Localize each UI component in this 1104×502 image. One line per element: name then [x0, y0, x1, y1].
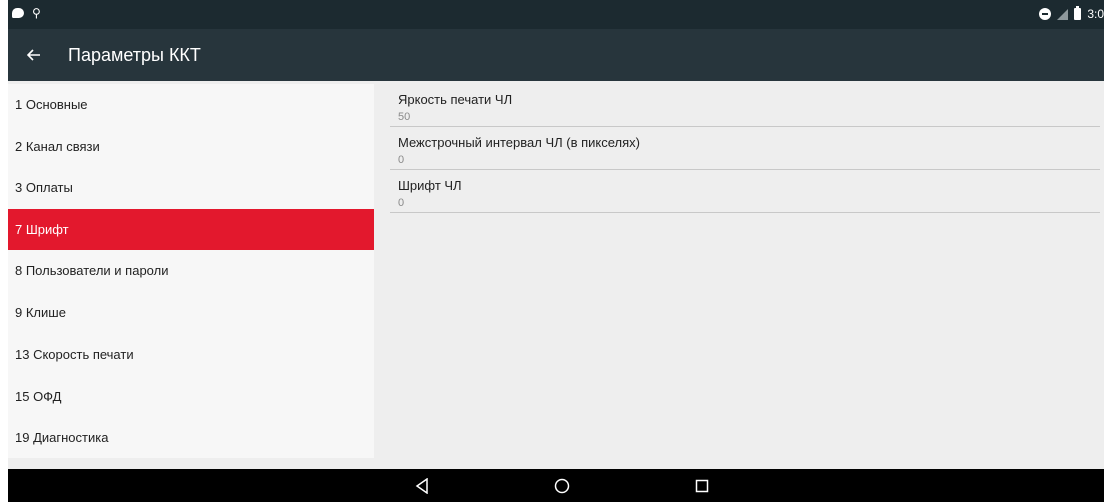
- setting-title: Шрифт ЧЛ: [398, 178, 462, 193]
- recents-square-icon: [695, 479, 709, 493]
- setting-title: Межстрочный интервал ЧЛ (в пикселях): [398, 135, 640, 150]
- category-item-diagnostics[interactable]: 19 Диагностика: [8, 417, 374, 458]
- category-item-label: 13 Скорость печати: [15, 347, 134, 362]
- page-title: Параметры ККТ: [68, 45, 201, 65]
- status-bar: ⚲ 3:0: [8, 0, 1104, 29]
- nav-home-button[interactable]: [552, 477, 572, 495]
- category-item-main[interactable]: 1 Основные: [8, 84, 374, 125]
- category-item-connection[interactable]: 2 Канал связи: [8, 126, 374, 167]
- settings-category-list: 1 Основные 2 Канал связи 3 Оплаты 7 Шриф…: [8, 84, 374, 458]
- nav-recents-button[interactable]: [692, 477, 712, 495]
- setting-value: 50: [398, 111, 411, 123]
- usb-icon: ⚲: [32, 6, 41, 20]
- category-item-print-speed[interactable]: 13 Скорость печати: [8, 334, 374, 375]
- category-item-label: 19 Диагностика: [15, 430, 109, 445]
- category-item-users-passwords[interactable]: 8 Пользователи и пароли: [8, 250, 374, 291]
- setting-print-brightness[interactable]: Яркость печати ЧЛ 50: [390, 84, 1100, 127]
- setting-value: 0: [398, 197, 405, 209]
- settings-list: Яркость печати ЧЛ 50 Межстрочный интерва…: [390, 84, 1100, 213]
- category-item-label: 7 Шрифт: [15, 222, 69, 237]
- status-clock: 3:0: [1087, 7, 1104, 21]
- home-circle-icon: [554, 478, 570, 494]
- do-not-disturb-icon: [1039, 8, 1052, 20]
- status-bar-left: ⚲: [12, 7, 41, 19]
- category-item-payments[interactable]: 3 Оплаты: [8, 167, 374, 208]
- category-item-cliche[interactable]: 9 Клише: [8, 292, 374, 333]
- status-bar-right: 3:0: [1039, 6, 1104, 21]
- navigation-bar: [8, 469, 1104, 502]
- category-item-label: 1 Основные: [15, 97, 88, 112]
- setting-font[interactable]: Шрифт ЧЛ 0: [390, 170, 1100, 213]
- category-item-label: 9 Клише: [15, 305, 66, 320]
- setting-value: 0: [398, 154, 405, 166]
- category-item-label: 3 Оплаты: [15, 180, 73, 195]
- notification-icon: [12, 8, 24, 18]
- setting-line-spacing[interactable]: Межстрочный интервал ЧЛ (в пикселях) 0: [390, 127, 1100, 170]
- app-screen: ⚲ 3:0 Параметры ККТ 1 Основные 2 Канал с…: [8, 0, 1104, 502]
- category-item-font[interactable]: 7 Шрифт: [8, 209, 374, 250]
- device-frame: ⚲ 3:0 Параметры ККТ 1 Основные 2 Канал с…: [0, 0, 1104, 502]
- arrow-left-icon: [27, 49, 40, 61]
- setting-title: Яркость печати ЧЛ: [398, 92, 513, 107]
- back-button[interactable]: [22, 43, 46, 67]
- nav-back-button[interactable]: [412, 477, 432, 495]
- battery-icon: [1074, 6, 1082, 20]
- back-triangle-icon: [415, 478, 428, 494]
- category-item-label: 15 ОФД: [15, 389, 62, 404]
- app-toolbar: Параметры ККТ: [8, 29, 1104, 81]
- category-item-label: 2 Канал связи: [15, 139, 100, 154]
- category-item-label: 8 Пользователи и пароли: [15, 263, 169, 278]
- category-item-ofd[interactable]: 15 ОФД: [8, 376, 374, 417]
- no-signal-icon: [1057, 8, 1069, 20]
